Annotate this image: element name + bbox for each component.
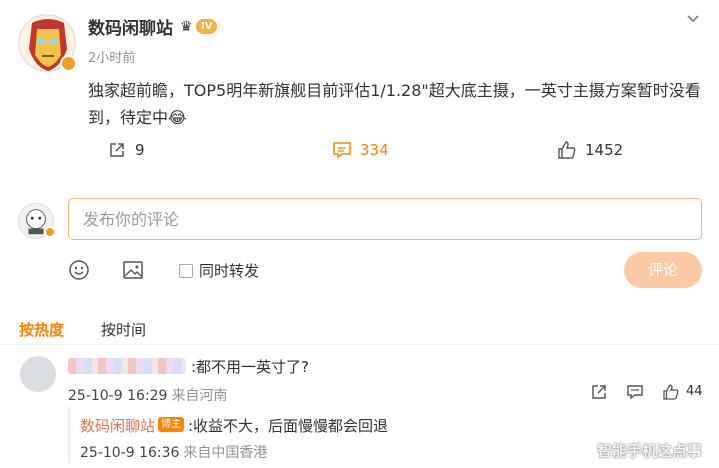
post-time[interactable]: 2小时前 [88,47,135,66]
submit-comment-button[interactable]: 评论 [624,252,702,288]
checkbox-icon[interactable] [179,263,193,278]
crown-icon: ♛ [180,19,193,35]
like-icon[interactable] [662,383,680,401]
like-count: 1452 [585,141,624,159]
comment-like-count: 44 [686,384,703,399]
tab-sort-hot[interactable]: 按热度 [19,319,64,340]
watermark: 智能手机这点事 [597,442,703,460]
comment-text: :都不用一英寸了? [191,358,310,376]
reply-author[interactable]: 数码闲聊站 [80,415,155,436]
comment-count: 334 [360,141,389,159]
comment-source: 来自河南 [171,388,228,404]
like-icon [558,141,576,159]
repost-checkbox[interactable]: 同时转发 [179,260,259,281]
reply-divider [68,407,70,463]
repost-checkbox-label: 同时转发 [199,262,260,280]
comment-meta: 25-10-9 16:29 来自河南 [68,385,227,405]
emoji-icon[interactable] [68,259,90,281]
repost-icon [110,143,124,157]
commenter-name-blurred[interactable] [68,358,186,374]
reply-time: 25-10-9 16:36 [80,445,180,461]
commenter-avatar[interactable] [20,356,56,392]
share-icon[interactable] [590,383,608,401]
like-button[interactable]: 1452 [557,140,623,160]
chevron-down-icon[interactable] [684,10,702,28]
repost-button[interactable]: 9 [107,140,145,160]
comment-icon [333,142,351,159]
comment-button[interactable]: 334 [332,140,389,160]
reply-text: :收益不大，后面慢慢都会回退 [188,417,389,435]
image-icon[interactable] [122,259,144,281]
tab-sort-time[interactable]: 按时间 [101,319,146,340]
repost-count: 9 [135,141,145,159]
comment-icon[interactable] [626,383,644,401]
divider [0,344,719,345]
reply-meta: 25-10-9 16:36 来自中国香港 [80,442,267,462]
verified-badge-icon [60,55,77,72]
verified-badge-icon [44,226,56,238]
post-text: 独家超前瞻，TOP5明年新旗舰目前评估1/1.28"超大底主摄，一英寸主摄方案暂… [88,81,701,127]
author-badge: 博主 [158,417,184,432]
level-badge: IV [196,19,218,34]
comment-time: 25-10-9 16:29 [68,388,168,404]
reply-source: 来自中国香港 [183,445,268,461]
comment-input[interactable] [68,198,702,240]
post-author[interactable]: 数码闲聊站 [88,14,173,39]
